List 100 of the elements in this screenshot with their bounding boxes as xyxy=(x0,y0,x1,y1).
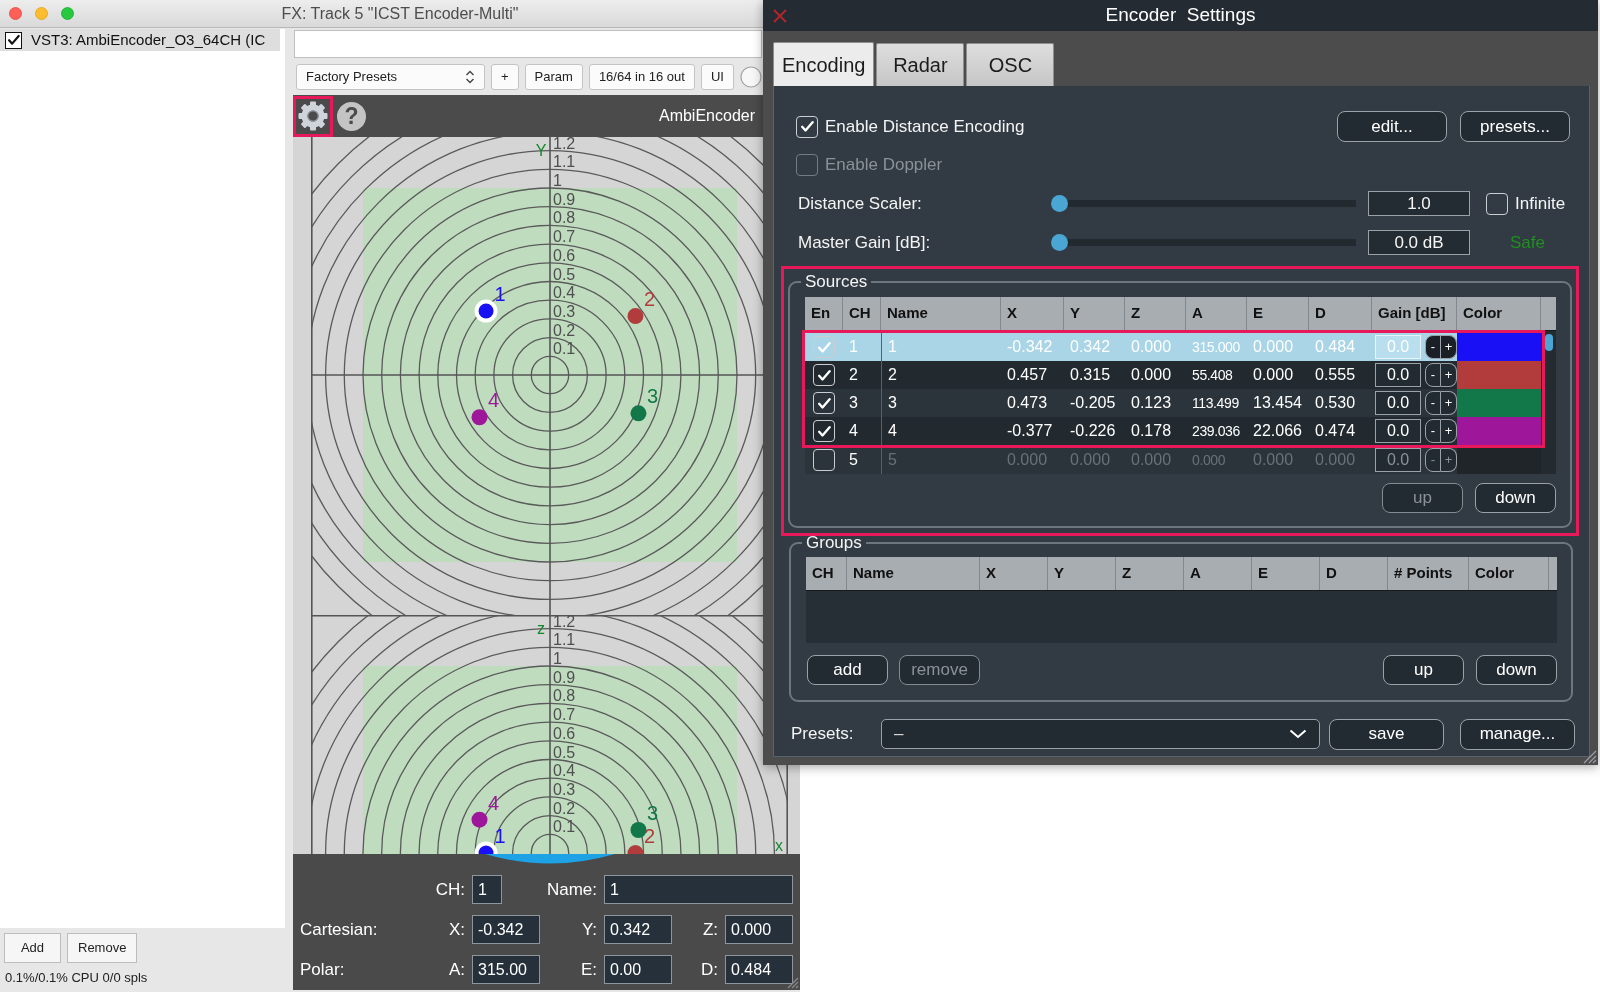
cpu-status-text: 0.1%/0.1% CPU 0/0 spls xyxy=(4,969,149,985)
edit-button[interactable]: edit... xyxy=(1337,111,1447,142)
color-swatch[interactable] xyxy=(1457,389,1541,417)
gain-field[interactable]: 0.0 xyxy=(1375,448,1421,472)
color-swatch[interactable] xyxy=(1457,361,1541,389)
value-field[interactable]: 0.000 xyxy=(725,915,793,944)
save-button[interactable]: save xyxy=(1329,718,1444,750)
ui-button[interactable]: UI xyxy=(700,64,734,90)
presets-dropdown[interactable]: – xyxy=(881,719,1320,749)
axis-label: z xyxy=(537,620,545,637)
slider-thumb[interactable] xyxy=(1051,195,1068,212)
presets-button[interactable]: presets... xyxy=(1460,111,1570,142)
param-button[interactable]: Param xyxy=(524,64,583,90)
table-cell-text: 0.000 xyxy=(1252,450,1295,470)
column-header[interactable]: D xyxy=(1320,557,1388,590)
value-field[interactable]: 1 xyxy=(472,875,502,904)
table-cell-text: 1 xyxy=(848,337,859,357)
column-header[interactable]: X xyxy=(1001,297,1064,330)
increment-button[interactable]: + xyxy=(1441,419,1457,443)
add-button[interactable]: add xyxy=(807,655,888,685)
tab[interactable]: OSC xyxy=(966,43,1055,86)
table-cell-text: 0.123 xyxy=(1130,393,1173,413)
source-dot[interactable] xyxy=(471,811,488,828)
column-header[interactable]: # Points xyxy=(1388,557,1469,590)
decrement-button[interactable]: - xyxy=(1425,363,1441,387)
color-swatch[interactable] xyxy=(1457,333,1541,361)
table-cell-text: 0.000 xyxy=(1191,450,1227,470)
source-dot[interactable] xyxy=(627,308,644,325)
column-header[interactable]: Name xyxy=(847,557,980,590)
plus-button[interactable]: + xyxy=(491,64,519,90)
value-field[interactable]: 1 xyxy=(604,875,793,904)
color-swatch[interactable] xyxy=(1457,446,1541,474)
table-cell-text: 0.000 xyxy=(1314,450,1357,470)
preset-dropdown[interactable]: Factory Presets xyxy=(296,64,485,90)
value-field[interactable]: 1.0 xyxy=(1368,191,1470,216)
tick-label: 0.9 xyxy=(553,190,576,208)
move-up-button[interactable]: up xyxy=(1383,655,1464,685)
slider-thumb[interactable] xyxy=(1051,234,1068,251)
column-header[interactable]: Y xyxy=(1064,297,1125,330)
io-button[interactable]: 16/64 in 16 out xyxy=(588,64,695,90)
remove-button[interactable]: Remove xyxy=(67,933,138,963)
close-icon[interactable] xyxy=(9,7,22,20)
checkbox[interactable] xyxy=(5,31,22,49)
column-header[interactable]: Y xyxy=(1048,557,1116,590)
text-field[interactable] xyxy=(294,30,762,58)
value-field[interactable]: 0.00 xyxy=(604,955,672,984)
table-cell-text: 0.474 xyxy=(1314,421,1357,441)
column-header[interactable]: Color xyxy=(1457,297,1541,330)
tab[interactable]: Radar xyxy=(876,43,965,86)
increment-button[interactable]: + xyxy=(1441,335,1457,359)
column-header[interactable]: E xyxy=(1252,557,1320,590)
gain-field[interactable]: 0.0 xyxy=(1375,363,1421,387)
plugin-list-item[interactable]: VST3: AmbiEncoder_O3_64CH (IC xyxy=(0,29,280,51)
circle-icon[interactable] xyxy=(739,66,762,88)
decrement-button[interactable]: - xyxy=(1425,448,1441,472)
column-header[interactable]: A xyxy=(1186,297,1247,330)
tab[interactable]: Encoding xyxy=(773,42,875,86)
column-header[interactable]: Name xyxy=(881,297,1001,330)
increment-button[interactable]: + xyxy=(1441,363,1457,387)
value-field[interactable]: -0.342 xyxy=(472,915,540,944)
column-header[interactable]: A xyxy=(1184,557,1252,590)
tick-label: 0.7 xyxy=(553,228,576,246)
table-row[interactable]: 1 1 -0.342 0.342 0.000 315.000 0.000 0.484 0.0 - + xyxy=(805,333,1541,361)
column-header[interactable]: CH xyxy=(843,297,881,330)
move-down-button[interactable]: down xyxy=(1475,483,1556,513)
value-field[interactable]: 0.484 xyxy=(725,955,793,984)
column-header[interactable]: Gain [dB] xyxy=(1372,297,1457,330)
source-dot[interactable] xyxy=(474,299,498,323)
value-field[interactable]: 315.00 xyxy=(472,955,540,984)
decrement-button[interactable]: - xyxy=(1425,391,1441,415)
decrement-button[interactable]: - xyxy=(1425,419,1441,443)
source-dot[interactable] xyxy=(630,405,647,422)
table-row[interactable]: 3 3 0.473 -0.205 0.123 113.499 13.454 0.530 0.0 - + xyxy=(805,389,1541,417)
column-header[interactable]: X xyxy=(980,557,1048,590)
move-down-button[interactable]: down xyxy=(1476,655,1557,685)
value-field[interactable]: 0.0 dB xyxy=(1368,230,1470,255)
increment-button[interactable]: + xyxy=(1441,448,1457,472)
add-button[interactable]: Add xyxy=(4,933,61,963)
column-header[interactable]: CH xyxy=(806,557,847,590)
table-row[interactable]: 5 5 0.000 0.000 0.000 0.000 0.000 0.000 0.0 - + xyxy=(805,446,1541,474)
close-icon[interactable] xyxy=(773,8,787,23)
color-swatch[interactable] xyxy=(1457,417,1541,445)
help-button[interactable]: ? xyxy=(337,101,366,131)
value-field[interactable]: 0.342 xyxy=(604,915,672,944)
resize-grip-icon[interactable] xyxy=(1581,748,1597,764)
decrement-button[interactable]: - xyxy=(1425,335,1441,359)
column-header[interactable]: Z xyxy=(1125,297,1186,330)
column-header[interactable]: Color xyxy=(1469,557,1549,590)
gain-field[interactable]: 0.0 xyxy=(1375,419,1421,443)
scrollbar-thumb[interactable] xyxy=(1545,334,1553,351)
column-header[interactable]: En xyxy=(805,297,843,330)
manage-button[interactable]: manage... xyxy=(1460,718,1575,750)
source-dot[interactable] xyxy=(471,409,488,426)
increment-button[interactable]: + xyxy=(1441,391,1457,415)
source-dot[interactable] xyxy=(630,822,647,838)
column-header[interactable]: Z xyxy=(1116,557,1184,590)
gain-field[interactable]: 0.0 xyxy=(1375,391,1421,415)
column-header[interactable]: D xyxy=(1309,297,1372,330)
column-header[interactable]: E xyxy=(1247,297,1309,330)
resize-grip-icon[interactable] xyxy=(785,975,799,989)
